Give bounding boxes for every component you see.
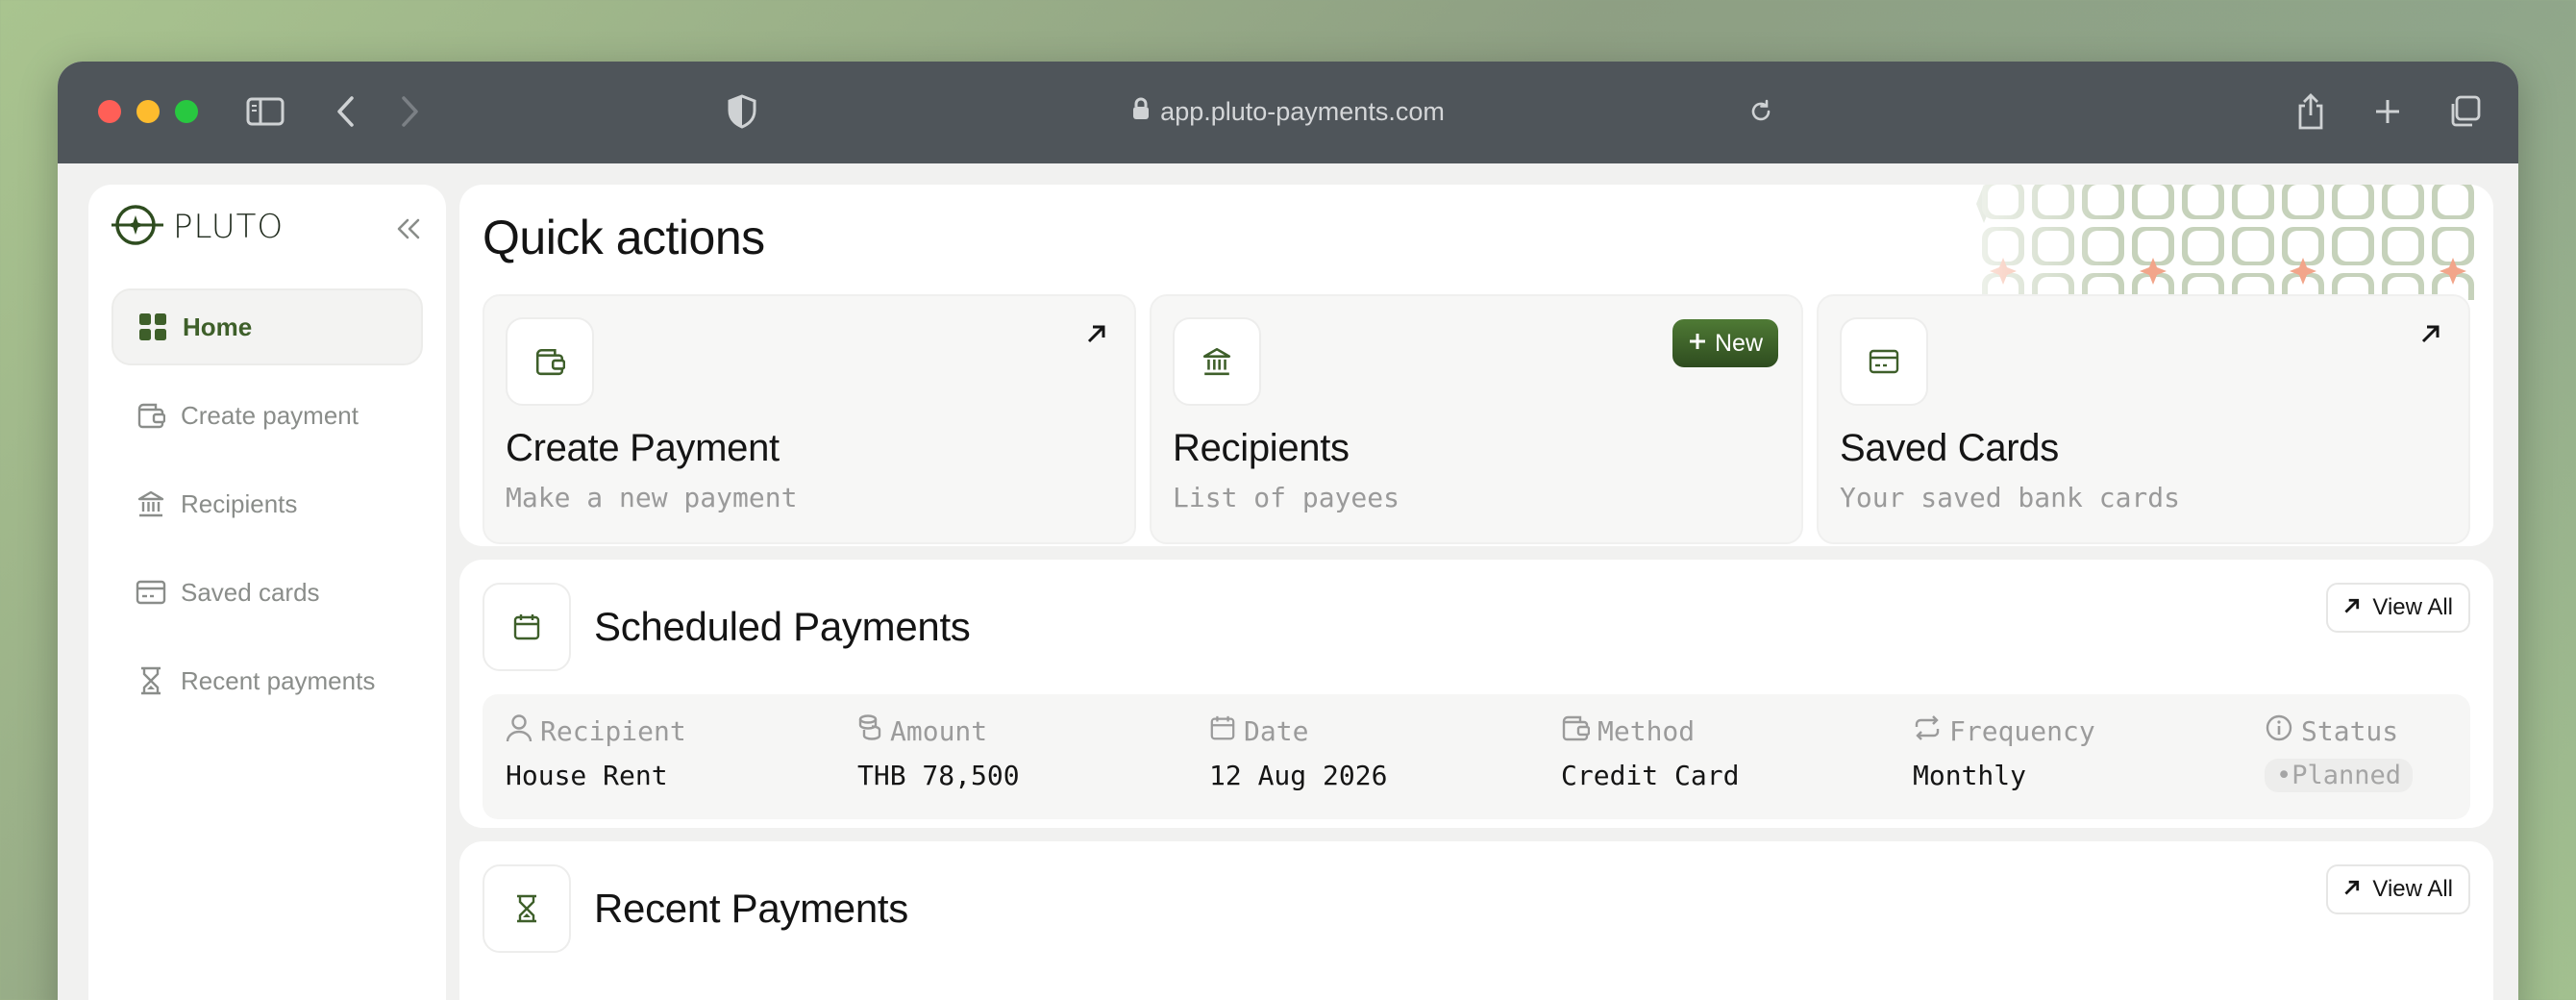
table-column-status: Status •Planned <box>2265 713 2447 800</box>
new-button-label: New <box>1714 329 1763 357</box>
card-title: Recipients <box>1173 427 1350 469</box>
card-title: Saved Cards <box>1840 427 2059 469</box>
column-header-label: Frequency <box>1949 715 2095 748</box>
column-header-label: Method <box>1598 715 1696 748</box>
arrow-up-right-icon[interactable] <box>2420 323 2441 349</box>
table-cell: Credit Card <box>1561 760 1740 792</box>
recent-payments-title: Recent Payments <box>594 885 908 931</box>
coins-icon <box>857 713 882 749</box>
arrow-up-right-icon <box>2343 876 2361 903</box>
view-all-label: View All <box>2372 875 2453 902</box>
bank-icon <box>135 488 167 520</box>
card-subtitle: List of payees <box>1173 482 1400 513</box>
calendar-icon <box>1209 713 1236 749</box>
sidebar: PLUTO Home Create payment Recipients Sav… <box>88 185 446 1000</box>
column-header-label: Date <box>1244 715 1309 748</box>
column-header-label: Recipient <box>540 715 686 748</box>
plus-icon <box>1688 330 1707 358</box>
scheduled-payments-panel: Scheduled Payments View All Recipient Ho… <box>459 559 2493 828</box>
new-tab-icon[interactable] <box>2368 92 2407 131</box>
column-header: Status <box>2265 713 2447 750</box>
card-title: Create Payment <box>506 427 780 469</box>
bank-icon <box>1173 317 1261 406</box>
collapse-sidebar-icon[interactable] <box>396 217 421 245</box>
table-cell: Monthly <box>1913 760 2027 792</box>
wallet-icon <box>135 399 167 432</box>
recent-payments-panel: Recent Payments View All <box>459 840 2493 1000</box>
reload-icon[interactable] <box>1742 92 1780 131</box>
card-icon <box>135 576 167 609</box>
table-cell: 12 Aug 2026 <box>1209 760 1388 792</box>
sidebar-item-home[interactable]: Home <box>111 288 423 365</box>
scheduled-payments-title: Scheduled Payments <box>594 603 971 649</box>
sidebar-nav: Home Create payment Recipients Saved car… <box>111 288 423 719</box>
column-header-label: Status <box>2301 715 2399 748</box>
recent-view-all-button[interactable]: View All <box>2326 863 2470 914</box>
info-icon <box>2265 713 2293 749</box>
sidebar-item-create-payment[interactable]: Create payment <box>111 377 423 454</box>
sidebar-item-label: Create payment <box>181 400 359 430</box>
table-cell: •Planned <box>2265 758 2447 794</box>
browser-titlebar: app.pluto-payments.com <box>58 62 2518 163</box>
card-subtitle: Your saved bank cards <box>1840 482 2181 513</box>
table-column-method: Method Credit Card <box>1561 713 1913 800</box>
hourglass-icon <box>483 863 571 953</box>
quick-action-cards: Create Payment Make a new payment New Re… <box>483 294 2470 544</box>
scheduled-payments-table: Recipient House Rent Amount THB 78,500 D… <box>483 693 2470 819</box>
url-text: app.pluto-payments.com <box>1160 96 1445 126</box>
table-cell: THB 78,500 <box>857 760 1020 792</box>
wallet-icon <box>506 317 594 406</box>
column-header: Amount <box>857 713 1209 750</box>
user-icon <box>506 713 533 749</box>
app-body: PLUTO Home Create payment Recipients Sav… <box>58 163 2518 1000</box>
logo[interactable]: PLUTO <box>111 204 423 251</box>
sidebar-item-saved-cards[interactable]: Saved cards <box>111 554 423 631</box>
column-header-label: Amount <box>890 715 988 748</box>
sidebar-item-label: Recent payments <box>181 665 376 695</box>
address-bar[interactable]: app.pluto-payments.com <box>58 92 2518 131</box>
pluto-logo-icon <box>111 204 163 251</box>
grid-icon <box>136 311 169 343</box>
hourglass-icon <box>135 664 167 697</box>
saved-cards-card[interactable]: Saved Cards Your saved bank cards <box>1817 294 2470 544</box>
status-badge: •Planned <box>2265 759 2414 793</box>
new-recipient-button[interactable]: New <box>1672 319 1778 367</box>
column-header: Date <box>1209 713 1561 750</box>
arrow-up-right-icon <box>2343 594 2361 621</box>
sidebar-item-recipients[interactable]: Recipients <box>111 465 423 542</box>
create-payment-card[interactable]: Create Payment Make a new payment <box>483 294 1136 544</box>
table-column-recipient: Recipient House Rent <box>506 713 857 800</box>
scheduled-payments-header: Scheduled Payments <box>483 582 2470 671</box>
table-column-frequency: Frequency Monthly <box>1913 713 2265 800</box>
lock-icon <box>1131 97 1151 127</box>
quick-actions-panel: Quick actions Create Payment Make a new … <box>459 185 2493 546</box>
wallet-icon <box>1561 714 1591 748</box>
sidebar-item-label: Home <box>183 312 253 341</box>
column-header: Frequency <box>1913 713 2265 750</box>
browser-window: app.pluto-payments.com PLUTO Home Create… <box>58 62 2518 1000</box>
view-all-label: View All <box>2372 593 2453 620</box>
table-column-date: Date 12 Aug 2026 <box>1209 713 1561 800</box>
arrow-up-right-icon[interactable] <box>1086 323 1107 349</box>
sidebar-item-recent-payments[interactable]: Recent payments <box>111 642 423 719</box>
decorative-pattern <box>1917 185 2493 300</box>
share-icon[interactable] <box>2291 92 2330 131</box>
recent-payments-header: Recent Payments <box>483 863 2470 953</box>
recipients-card[interactable]: New Recipients List of payees <box>1150 294 1803 544</box>
tabs-overview-icon[interactable] <box>2445 92 2484 131</box>
card-subtitle: Make a new payment <box>506 482 798 513</box>
main-content: Quick actions Create Payment Make a new … <box>459 185 2493 1000</box>
column-header: Method <box>1561 713 1913 750</box>
column-header: Recipient <box>506 713 857 750</box>
scheduled-view-all-button[interactable]: View All <box>2326 582 2470 633</box>
table-cell: House Rent <box>506 760 668 792</box>
card-icon <box>1840 317 1928 406</box>
table-column-amount: Amount THB 78,500 <box>857 713 1209 800</box>
sidebar-item-label: Saved cards <box>181 577 320 607</box>
repeat-icon <box>1913 714 1942 748</box>
logo-text: PLUTO <box>173 208 285 246</box>
sidebar-item-label: Recipients <box>181 488 298 518</box>
calendar-icon <box>483 582 571 671</box>
